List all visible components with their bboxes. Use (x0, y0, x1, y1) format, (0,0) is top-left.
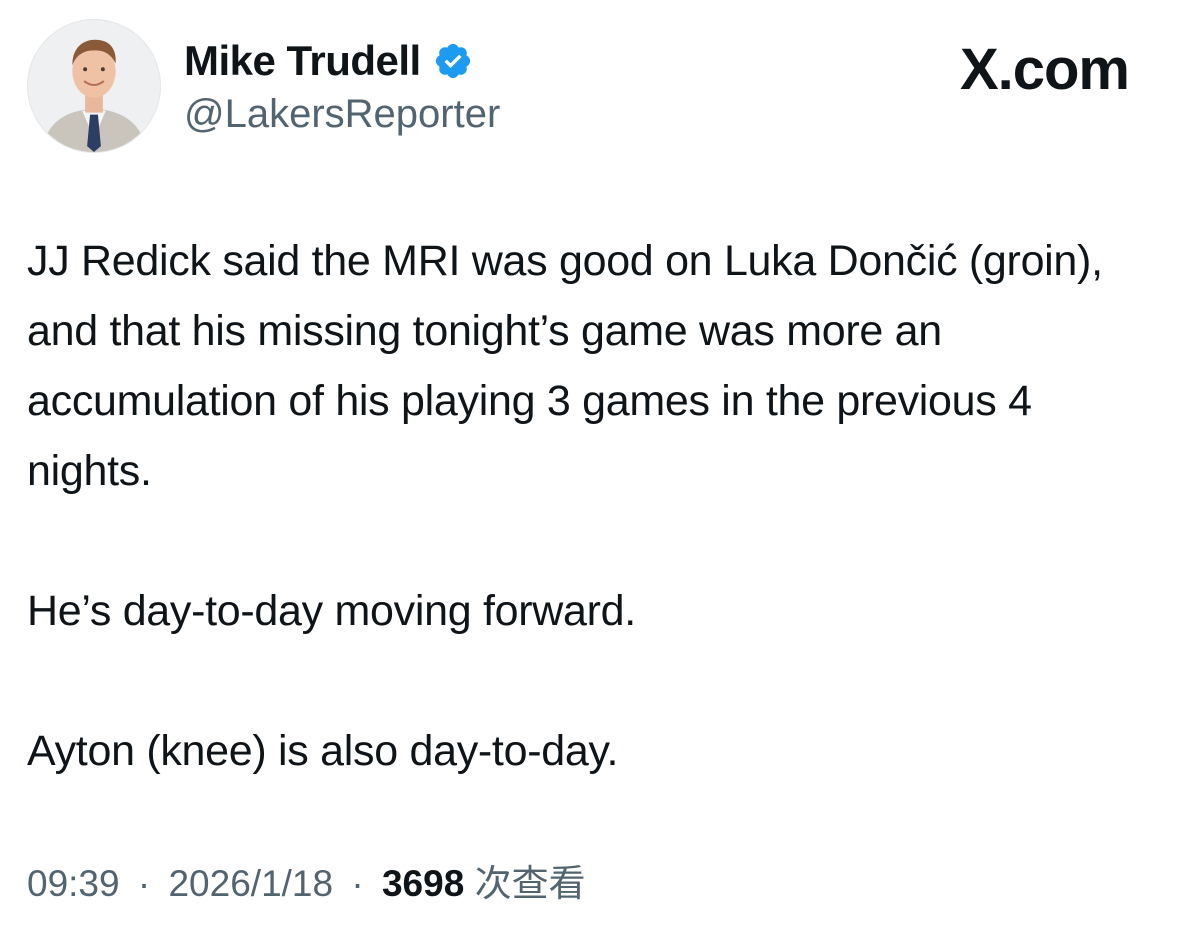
views-count[interactable]: 3698 (382, 863, 464, 904)
meta-separator: · (351, 863, 364, 904)
tweet-meta: 09:39 · 2026/1/18 · 3698 次查看 (27, 860, 586, 908)
verified-badge-icon[interactable] (433, 41, 473, 81)
views-label: 次查看 (474, 863, 586, 904)
author-handle[interactable]: @LakersReporter (184, 90, 500, 138)
tweet-text: JJ Redick said the MRI was good on Luka … (27, 226, 1137, 786)
avatar-portrait-icon (28, 20, 160, 152)
tweet-date[interactable]: 2026/1/18 (168, 863, 333, 904)
tweet-paragraph: Ayton (knee) is also day-to-day. (27, 727, 619, 775)
tweet-time[interactable]: 09:39 (27, 863, 120, 904)
author-avatar[interactable] (27, 19, 161, 153)
tweet-paragraph: He’s day-to-day moving forward. (27, 587, 636, 635)
x-com-brand-logo: X.com (959, 37, 1130, 102)
meta-separator: · (137, 863, 151, 904)
author-name-row[interactable]: Mike Trudell (184, 36, 473, 86)
tweet-paragraph: JJ Redick said the MRI was good on Luka … (27, 237, 1103, 495)
author-display-name[interactable]: Mike Trudell (184, 36, 421, 86)
